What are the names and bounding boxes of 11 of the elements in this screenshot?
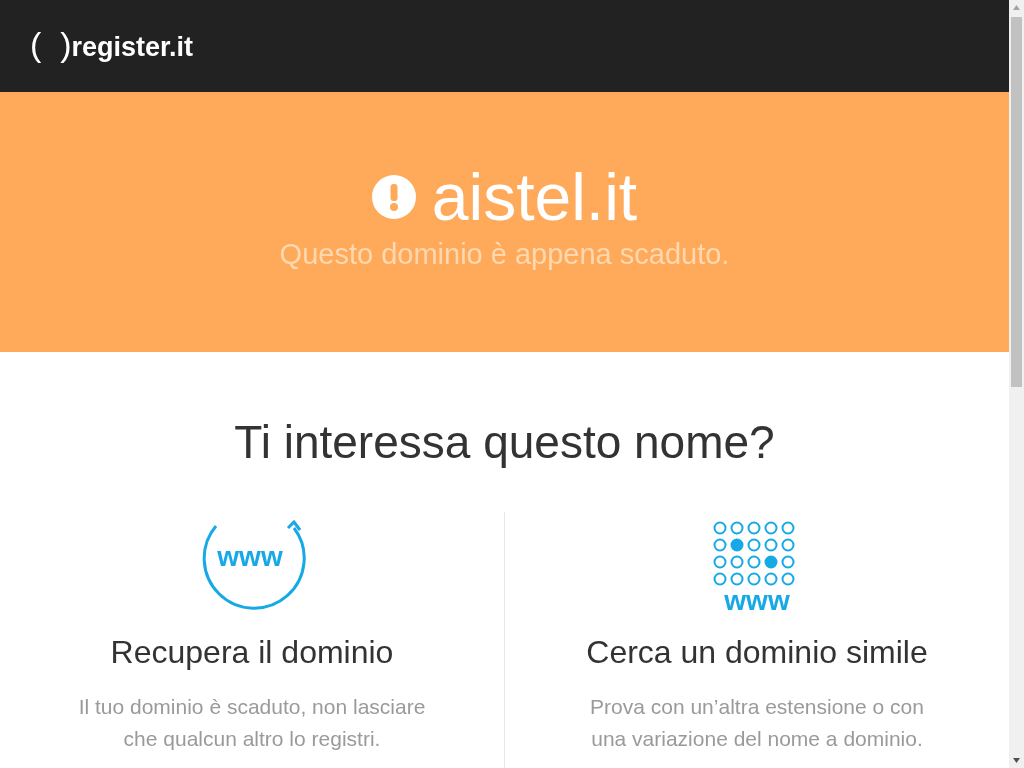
option-title: Cerca un dominio simile (586, 634, 928, 671)
domain-status: Questo dominio è appena scaduto. (279, 238, 730, 271)
scrollbar[interactable] (1009, 0, 1024, 768)
exclamation-icon (371, 175, 416, 219)
option-description: Prova con un’altra estensione o con una variazione del nome a dominio. (589, 694, 925, 752)
option-title: Recupera il dominio (110, 634, 394, 671)
section-heading: Ti interessa questo nome? (234, 415, 775, 470)
domain-title: aistel.it (431, 159, 638, 236)
option-description: Il tuo dominio è scaduto, non lasciare che qualcun altro lo registri. (77, 694, 427, 752)
logo[interactable]: ( )register.it (30, 24, 194, 64)
scrollbar-thumb[interactable] (1011, 17, 1022, 387)
